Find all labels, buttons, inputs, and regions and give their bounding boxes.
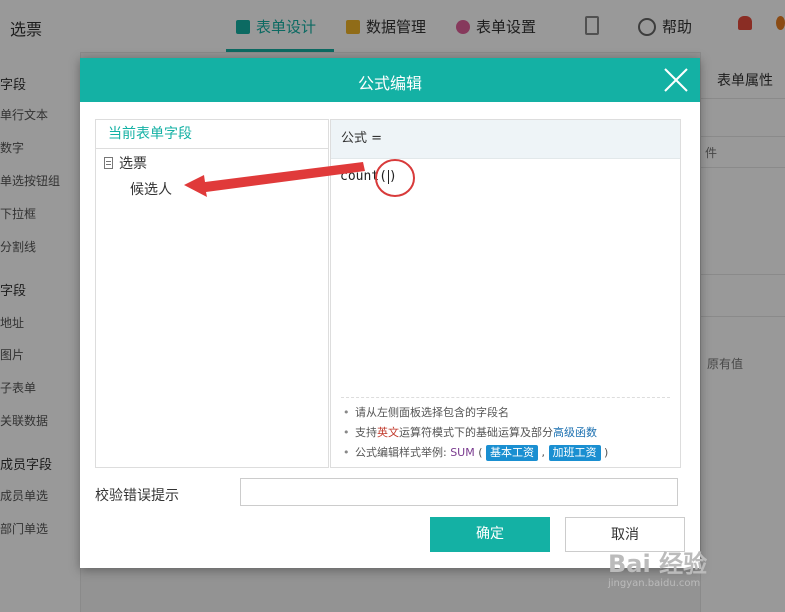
- annotation-circle: [375, 159, 415, 197]
- annotation-arrow: [184, 162, 365, 197]
- watermark: Bai 经验: [608, 550, 708, 578]
- watermark-url: jingyan.baidu.com: [608, 578, 701, 589]
- annotation-overlay: [184, 159, 415, 197]
